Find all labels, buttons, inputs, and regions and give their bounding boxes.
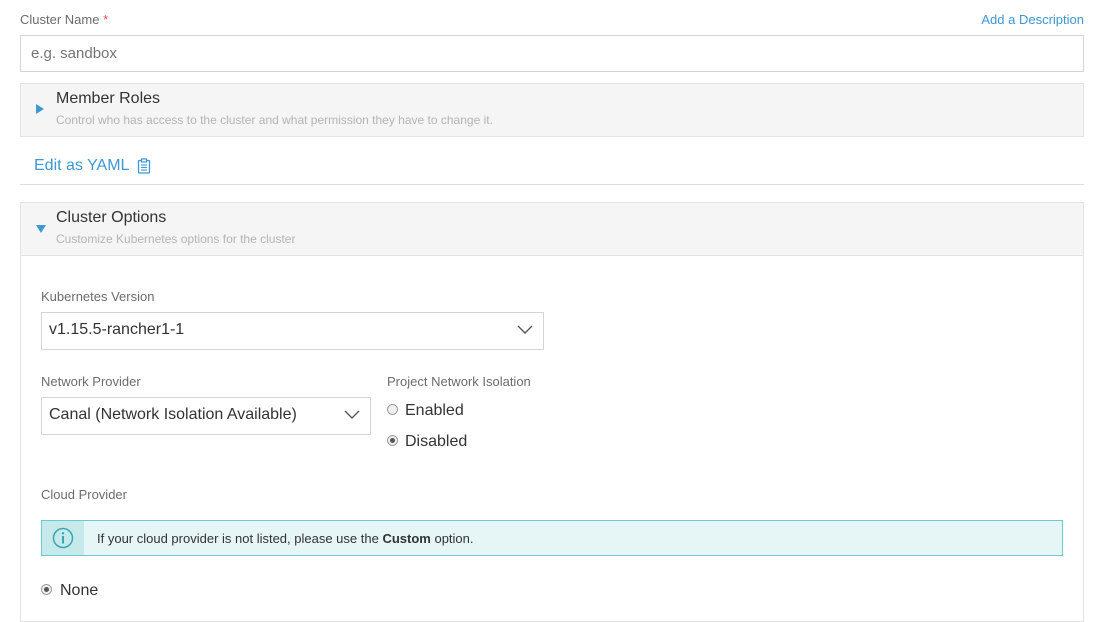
divider — [20, 184, 1084, 185]
cloud-provider-none-label[interactable]: None — [60, 582, 98, 600]
network-provider-value: Canal (Network Isolation Available) — [49, 406, 297, 423]
kubernetes-version-select[interactable]: v1.15.5-rancher1-1 — [41, 312, 544, 350]
member-roles-panel[interactable]: Member Roles Control who has access to t… — [20, 83, 1084, 137]
chevron-down-icon — [344, 410, 360, 419]
add-description-link[interactable]: Add a Description — [981, 12, 1084, 27]
edit-yaml-link[interactable]: Edit as YAML — [34, 157, 151, 175]
cloud-provider-none-radio[interactable] — [41, 584, 52, 595]
info-text-prefix: If your cloud provider is not listed, pl… — [97, 531, 379, 546]
cloud-provider-info-banner: If your cloud provider is not listed, pl… — [41, 520, 1063, 556]
cluster-options-subtitle: Customize Kubernetes options for the clu… — [56, 232, 296, 246]
kubernetes-version-value: v1.15.5-rancher1-1 — [49, 321, 185, 338]
info-icon — [52, 527, 74, 549]
isolation-enabled-label[interactable]: Enabled — [405, 402, 464, 420]
info-icon-box — [42, 521, 84, 555]
isolation-enabled-radio[interactable] — [387, 404, 398, 415]
cluster-name-label-text: Cluster Name — [20, 12, 100, 27]
member-roles-title: Member Roles — [56, 90, 161, 107]
expand-triangle-icon[interactable] — [36, 104, 44, 114]
clipboard-icon — [138, 158, 151, 174]
edit-yaml-label: Edit as YAML — [34, 157, 130, 174]
required-mark: * — [103, 12, 109, 27]
cloud-provider-info-text: If your cloud provider is not listed, pl… — [97, 531, 474, 546]
network-provider-label: Network Provider — [41, 374, 141, 389]
cloud-provider-label: Cloud Provider — [41, 487, 127, 502]
isolation-disabled-label[interactable]: Disabled — [405, 433, 467, 451]
info-text-suffix: option. — [434, 531, 474, 546]
project-network-isolation-label: Project Network Isolation — [387, 374, 531, 389]
chevron-down-icon — [517, 325, 533, 334]
cluster-options-panel[interactable]: Cluster Options Customize Kubernetes opt… — [20, 202, 1084, 256]
collapse-triangle-icon[interactable] — [36, 225, 46, 233]
cluster-name-label: Cluster Name * — [20, 12, 108, 27]
isolation-disabled-radio[interactable] — [387, 435, 398, 446]
member-roles-subtitle: Control who has access to the cluster an… — [56, 113, 493, 127]
info-text-custom: Custom — [382, 531, 431, 546]
network-provider-select[interactable]: Canal (Network Isolation Available) — [41, 397, 371, 435]
cluster-options-title: Cluster Options — [56, 209, 167, 226]
kubernetes-version-label: Kubernetes Version — [41, 289, 155, 304]
cluster-name-input[interactable] — [20, 35, 1084, 72]
